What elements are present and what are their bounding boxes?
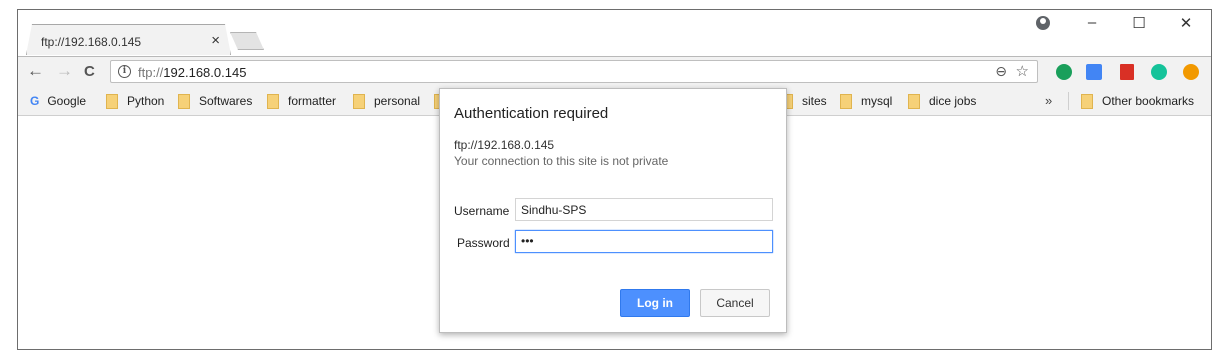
new-tab-button[interactable] (230, 32, 264, 50)
tab-close-icon[interactable]: × (211, 32, 220, 49)
login-button[interactable]: Log in (620, 289, 690, 317)
bookmarks-overflow-icon[interactable]: » (1045, 93, 1052, 108)
url-text[interactable]: ftp://192.168.0.145 (138, 65, 246, 80)
folder-icon (908, 94, 920, 109)
folder-icon (1081, 94, 1093, 109)
grammarly-extension-icon[interactable] (1151, 64, 1167, 80)
green-extension-icon[interactable] (1056, 64, 1072, 80)
close-window-button[interactable]: ✕ (1176, 14, 1196, 32)
minimize-button[interactable]: – (1082, 14, 1102, 31)
password-label: Password (457, 236, 510, 250)
translate-extension-icon[interactable] (1086, 64, 1102, 80)
bookmark-folder-python[interactable]: Python (106, 94, 164, 109)
address-bar[interactable]: i ftp://192.168.0.145 ⊖ ☆ (110, 60, 1038, 83)
forward-button[interactable]: → (56, 61, 73, 81)
zoom-icon[interactable]: ⊖ (995, 63, 1007, 80)
profile-icon[interactable] (1036, 16, 1050, 30)
password-field[interactable]: ••• (515, 230, 773, 253)
orange-alert-extension-icon[interactable] (1183, 64, 1199, 80)
auth-dialog: Authentication required ftp://192.168.0.… (439, 88, 787, 333)
folder-icon (353, 94, 365, 109)
bookmarks-separator (1068, 92, 1069, 110)
bookmark-folder-personal[interactable]: personal (353, 94, 420, 109)
username-field[interactable]: Sindhu-SPS (515, 198, 773, 221)
bookmark-folder-dice-jobs[interactable]: dice jobs (908, 94, 976, 109)
folder-icon (178, 94, 190, 109)
dialog-origin: ftp://192.168.0.145 (454, 138, 555, 152)
title-bar: ftp://192.168.0.145 × – ☐ ✕ (18, 10, 1211, 56)
back-button[interactable]: ← (27, 61, 44, 81)
username-label: Username (454, 204, 510, 218)
folder-icon (267, 94, 279, 109)
bookmark-folder-formatter[interactable]: formatter (267, 94, 336, 109)
red-book-extension-icon[interactable] (1120, 64, 1134, 80)
info-icon[interactable]: i (118, 65, 131, 78)
bookmark-star-icon[interactable]: ☆ (1016, 62, 1029, 80)
dialog-warning: Your connection to this site is not priv… (454, 154, 669, 168)
bookmark-google[interactable]: G Google (30, 94, 86, 108)
folder-icon (106, 94, 118, 109)
maximize-button[interactable]: ☐ (1129, 14, 1149, 32)
cancel-button[interactable]: Cancel (700, 289, 770, 317)
dialog-title: Authentication required (454, 105, 609, 122)
bookmark-folder-other[interactable]: Other bookmarks (1081, 94, 1194, 109)
tab-title: ftp://192.168.0.145 (41, 35, 142, 49)
toolbar: ← → C i ftp://192.168.0.145 ⊖ ☆ (18, 56, 1211, 86)
google-icon: G (30, 94, 40, 108)
reload-button[interactable]: C (84, 63, 95, 80)
bookmark-folder-sites[interactable]: sites (781, 94, 827, 109)
bookmark-folder-mysql[interactable]: mysql (840, 94, 892, 109)
browser-tab[interactable]: ftp://192.168.0.145 × (26, 24, 231, 55)
bookmark-folder-softwares[interactable]: Softwares (178, 94, 252, 109)
folder-icon (840, 94, 852, 109)
